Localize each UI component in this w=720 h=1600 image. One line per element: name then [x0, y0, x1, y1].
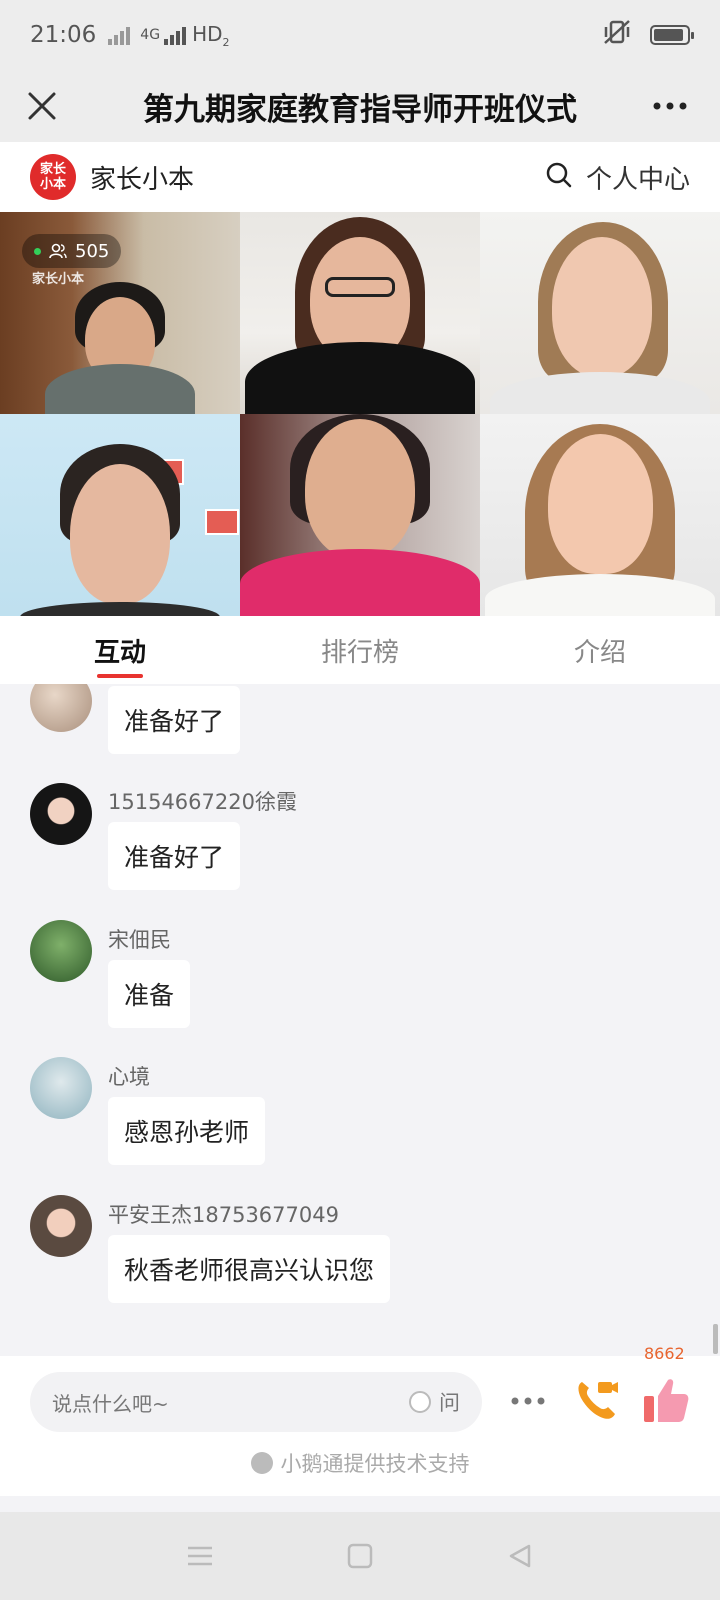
person-face: [70, 464, 170, 604]
video-tile-4[interactable]: [0, 414, 240, 616]
close-button[interactable]: [18, 82, 66, 130]
message-bubble[interactable]: 秋香老师很高兴认识您: [108, 1235, 391, 1303]
video-tile-6[interactable]: [480, 414, 720, 616]
search-button[interactable]: [546, 162, 572, 192]
hd-indicator: HD2: [192, 22, 229, 49]
message-bubble[interactable]: 准备: [108, 960, 191, 1028]
status-bar: 21:06 4G HD2: [0, 0, 720, 70]
thumbs-up-icon: [644, 1379, 689, 1422]
username: 平安王杰18753677049: [108, 1203, 339, 1227]
live-dot: [34, 247, 41, 255]
signal-icon: [108, 25, 131, 45]
nav-menu-button[interactable]: [180, 1536, 220, 1576]
video-call-button[interactable]: [572, 1374, 622, 1424]
tab-intro[interactable]: 介绍: [480, 616, 720, 684]
more-icon: [653, 102, 687, 110]
status-time: 21:06: [30, 22, 97, 48]
home-icon: [347, 1543, 373, 1569]
avatar[interactable]: [30, 783, 92, 845]
message-bubble[interactable]: 准备好了: [108, 822, 241, 890]
viewer-count: 505: [75, 240, 110, 262]
ask-question-toggle[interactable]: 问: [409, 1387, 460, 1417]
channel-bar: 家长小本 家长小本 个人中心: [0, 142, 720, 212]
signal-icon-2: [164, 25, 187, 45]
viewer-count-badge: 505: [22, 234, 122, 268]
video-tile-3[interactable]: [480, 212, 720, 414]
video-call-icon: [578, 1382, 618, 1419]
video-tile-1[interactable]: 505 家长小本: [0, 212, 240, 414]
battery-icon: [650, 25, 694, 45]
username: 心境: [108, 1065, 150, 1089]
xiaoe-logo-icon: [250, 1452, 273, 1474]
avatar[interactable]: [30, 920, 92, 982]
users-icon: [49, 243, 67, 259]
tab-interaction[interactable]: 互动: [0, 616, 240, 684]
search-icon: [546, 162, 572, 188]
hd-sub-label: 2: [222, 35, 230, 49]
person-body: [245, 342, 475, 414]
glasses: [325, 277, 395, 297]
vibrate-off-icon: [602, 19, 632, 51]
person-face: [552, 237, 652, 377]
chat-list[interactable]: 准备好了 15154667220徐霞 准备好了 宋佃民 准备 心境 感恩孙老师 …: [0, 684, 720, 1356]
scrollbar[interactable]: [713, 1324, 718, 1354]
input-bar: 说点什么吧~ 问 8662 小鹅通提供技术支持: [0, 1344, 720, 1496]
message-bubble[interactable]: 准备好了: [108, 686, 241, 754]
video-grid[interactable]: 505 家长小本: [0, 212, 720, 616]
avatar[interactable]: [30, 684, 92, 732]
nav-back-button[interactable]: [500, 1536, 540, 1576]
system-nav-bar: [0, 1512, 720, 1600]
close-icon: [28, 92, 56, 120]
more-icon: [511, 1397, 545, 1405]
avatar[interactable]: [30, 1057, 92, 1119]
personal-center-link[interactable]: 个人中心: [586, 159, 690, 196]
username: 宋佃民: [108, 928, 171, 952]
like-count: 8662: [644, 1344, 685, 1363]
tab-ranking[interactable]: 排行榜: [240, 616, 480, 684]
page-title: 第九期家庭教育指导师开班仪式: [143, 91, 577, 128]
hd-label: HD: [192, 21, 223, 46]
wall-picture: [205, 509, 239, 535]
network-type: 4G: [140, 27, 161, 43]
person-body: [485, 574, 715, 616]
radio-icon: [409, 1391, 431, 1413]
person-body: [240, 549, 480, 616]
channel-logo-text: 家长小本: [39, 162, 66, 192]
channel-name[interactable]: 家长小本: [90, 159, 194, 196]
header: 第九期家庭教育指导师开班仪式: [0, 70, 720, 142]
person-face: [305, 419, 415, 559]
more-actions-button[interactable]: [506, 1386, 550, 1416]
person-face: [548, 434, 653, 574]
video-tile-2[interactable]: [240, 212, 480, 414]
username: 15154667220徐霞: [108, 790, 297, 814]
back-icon: [509, 1544, 531, 1568]
tab-bar: 互动 排行榜 介绍: [0, 616, 720, 684]
ask-label: 问: [439, 1391, 460, 1415]
support-footer: 小鹅通提供技术支持: [0, 1448, 720, 1478]
comment-input[interactable]: 说点什么吧~ 问: [30, 1372, 482, 1432]
like-button[interactable]: [640, 1374, 692, 1426]
video-tile-5[interactable]: [240, 414, 480, 616]
menu-icon: [188, 1546, 212, 1566]
more-button[interactable]: [646, 82, 694, 130]
comment-placeholder: 说点什么吧~: [52, 1391, 169, 1416]
person-body: [20, 602, 220, 616]
avatar[interactable]: [30, 1195, 92, 1257]
stream-watermark: 家长小本: [32, 272, 85, 287]
channel-logo[interactable]: 家长小本: [30, 154, 76, 200]
nav-home-button[interactable]: [340, 1536, 380, 1576]
person-body: [45, 364, 195, 414]
support-text: 小鹅通提供技术支持: [280, 1452, 470, 1476]
person-body: [490, 372, 710, 414]
message-bubble[interactable]: 感恩孙老师: [108, 1097, 266, 1165]
